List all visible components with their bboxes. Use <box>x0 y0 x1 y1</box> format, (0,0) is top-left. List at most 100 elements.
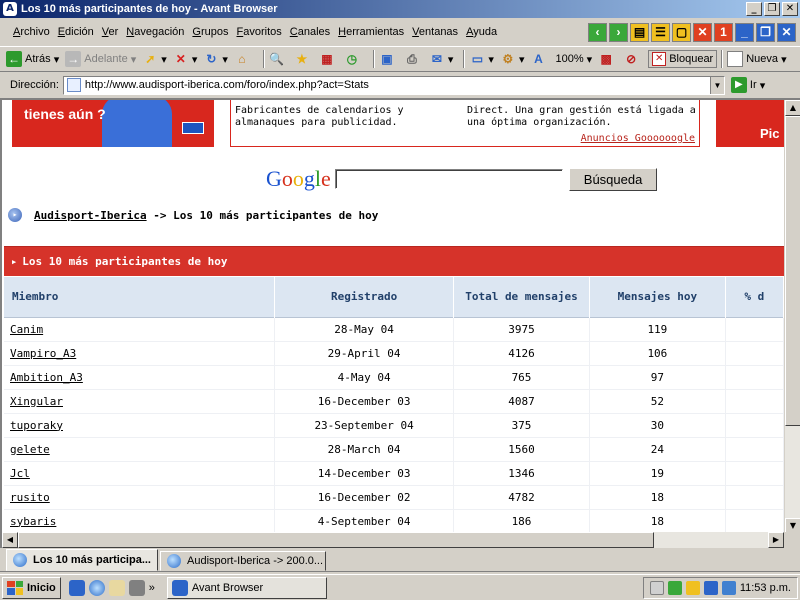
forward-button[interactable]: → Adelante ▾ <box>65 51 136 67</box>
column-percent[interactable]: % d <box>725 277 784 317</box>
member-link[interactable]: sybaris <box>10 515 56 528</box>
search-button[interactable]: 🔍 <box>269 51 288 67</box>
single-window-icon[interactable]: 1 <box>714 22 733 42</box>
up-button[interactable]: ➚ ▾ <box>142 51 167 67</box>
column-total-posts[interactable]: Total de mensajes <box>453 277 591 317</box>
windows-logo-icon <box>7 580 23 595</box>
column-posts-today[interactable]: Mensajes hoy <box>589 277 726 317</box>
ie-quicklaunch-icon[interactable] <box>88 579 105 596</box>
ad-text-2[interactable]: Direct. Una gran gestión está ligada a u… <box>467 105 697 129</box>
messenger-icon[interactable] <box>721 580 736 595</box>
favorites-button[interactable]: ★ <box>294 51 313 67</box>
stop-button[interactable]: ✕ ▾ <box>173 51 198 67</box>
tab-top-posters[interactable]: Los 10 más participa... <box>6 549 158 571</box>
quicklaunch-chevron-icon[interactable]: » <box>149 582 155 594</box>
tile-vertical-icon[interactable]: ▢ <box>672 22 691 42</box>
cascade-icon[interactable]: ▤ <box>630 22 649 42</box>
tab-audisport[interactable]: Audisport-Iberica -> 200.0... <box>160 551 326 571</box>
font-button[interactable]: A <box>530 51 549 67</box>
menu-herramientas[interactable]: Herramientas <box>335 26 407 38</box>
tile-horizontal-icon[interactable]: ☰ <box>651 22 670 42</box>
google-ads-link[interactable]: Anuncios Goooooogle <box>581 133 695 144</box>
app-quicklaunch-icon[interactable] <box>128 579 145 596</box>
horizontal-scroll-thumb[interactable] <box>18 532 654 548</box>
horizontal-scrollbar[interactable]: ◀ ▶ <box>2 532 784 548</box>
restore-button[interactable]: ❐ <box>764 2 780 16</box>
google-search-input[interactable] <box>334 169 563 189</box>
column-registered[interactable]: Registrado <box>274 277 454 317</box>
breadcrumb-home-link[interactable]: Audisport-Iberica <box>34 209 147 222</box>
avant-quicklaunch-icon[interactable] <box>68 579 85 596</box>
back-button[interactable]: ← Atrás ▾ <box>6 51 59 67</box>
channels-button[interactable]: ▦ <box>319 51 338 67</box>
pictures-button[interactable]: ▩ <box>598 51 617 67</box>
clock[interactable]: 11:53 p.m. <box>740 582 791 594</box>
title-bar: A Los 10 más participantes de hoy - Avan… <box>0 0 800 18</box>
ad-banner-left[interactable]: tienes aún ? <box>12 100 214 147</box>
column-member[interactable]: Miembro <box>4 277 276 317</box>
posts-today-cell: 119 <box>589 316 726 342</box>
address-dropdown-icon[interactable]: ▼ <box>709 76 724 94</box>
updates-icon[interactable] <box>667 580 682 595</box>
scroll-up-icon[interactable]: ▲ <box>785 100 800 116</box>
breadcrumb: ▸ Audisport-Iberica -> Los 10 más partic… <box>8 208 378 222</box>
ad-banner-right[interactable]: Pic <box>716 100 784 147</box>
flash-button[interactable]: ⊘ <box>623 51 642 67</box>
flash-block-icon: ⊘ <box>626 52 637 66</box>
restore-doc-icon[interactable]: ❐ <box>756 22 775 42</box>
avant-tray-icon[interactable] <box>703 580 718 595</box>
volume-icon[interactable] <box>685 580 700 595</box>
zoom-select[interactable]: 100% ▾ <box>555 53 592 66</box>
close-all-icon[interactable]: ✕ <box>693 22 712 42</box>
vertical-scroll-thumb[interactable] <box>785 116 800 426</box>
tools-button[interactable]: ⚙ ▾ <box>500 51 525 67</box>
ad-text-1[interactable]: Fabricantes de calendarios y almanaques … <box>235 105 455 129</box>
table-row: rusito 16-December 02 4782 18 <box>4 485 784 510</box>
network-icon[interactable] <box>649 580 664 595</box>
prev-window-icon[interactable]: ‹ <box>588 22 607 42</box>
scroll-right-icon[interactable]: ▶ <box>768 532 784 548</box>
member-link[interactable]: Ambition_A3 <box>10 371 83 384</box>
history-button[interactable]: ◷ <box>344 51 363 67</box>
google-search-button[interactable]: Búsqueda <box>568 167 658 191</box>
menu-ventanas[interactable]: Ventanas <box>409 26 461 38</box>
scroll-left-icon[interactable]: ◀ <box>2 532 18 548</box>
taskbar-avant-browser[interactable]: Avant Browser <box>166 576 327 599</box>
edit-icon: ▣ <box>381 52 393 66</box>
window-button[interactable]: ▭ ▾ <box>469 51 494 67</box>
edit-button[interactable]: ▣ <box>379 51 398 67</box>
home-button[interactable]: ⌂ <box>234 51 253 67</box>
menu-navegacion[interactable]: Navegación <box>123 26 187 38</box>
close-doc-icon[interactable]: ✕ <box>777 22 796 42</box>
ad-right-text: Pic <box>760 126 780 141</box>
menu-edicion[interactable]: Edición <box>55 26 97 38</box>
menu-ver[interactable]: Ver <box>99 26 122 38</box>
go-arrow-icon: ▶ <box>730 77 747 93</box>
menu-ayuda[interactable]: Ayuda <box>463 26 500 38</box>
go-button[interactable]: ▶ Ir ▾ <box>730 77 765 93</box>
member-link[interactable]: rusito <box>10 491 50 504</box>
menu-canales[interactable]: Canales <box>287 26 333 38</box>
member-link[interactable]: Vampiro_A3 <box>10 347 76 360</box>
member-link[interactable]: gelete <box>10 443 50 456</box>
refresh-button[interactable]: ↻ ▾ <box>203 51 228 67</box>
print-button[interactable]: ⎙ <box>404 51 423 67</box>
mail-button[interactable]: ✉ ▾ <box>429 51 454 67</box>
notepad-quicklaunch-icon[interactable] <box>108 579 125 596</box>
member-link[interactable]: Canim <box>10 323 43 336</box>
minimize-doc-icon[interactable]: _ <box>735 22 754 42</box>
member-link[interactable]: tuporaky <box>10 419 63 432</box>
new-window-button[interactable]: Nueva ▾ <box>727 51 787 67</box>
close-button[interactable]: ✕ <box>782 2 798 16</box>
menu-favoritos[interactable]: Favoritos <box>234 26 285 38</box>
member-link[interactable]: Xingular <box>10 395 63 408</box>
address-input[interactable]: http://www.audisport-iberica.com/foro/in… <box>62 75 725 95</box>
menu-grupos[interactable]: Grupos <box>189 26 231 38</box>
menu-archivo[interactable]: Archivo <box>10 26 53 38</box>
member-link[interactable]: Jcl <box>10 467 30 480</box>
next-window-icon[interactable]: › <box>609 22 628 42</box>
minimize-button[interactable]: _ <box>746 2 762 16</box>
vertical-scrollbar[interactable]: ▲ ▼ <box>784 100 800 534</box>
start-button[interactable]: Inicio <box>2 576 61 599</box>
block-popups-button[interactable]: ✕ Bloquear <box>648 50 718 68</box>
